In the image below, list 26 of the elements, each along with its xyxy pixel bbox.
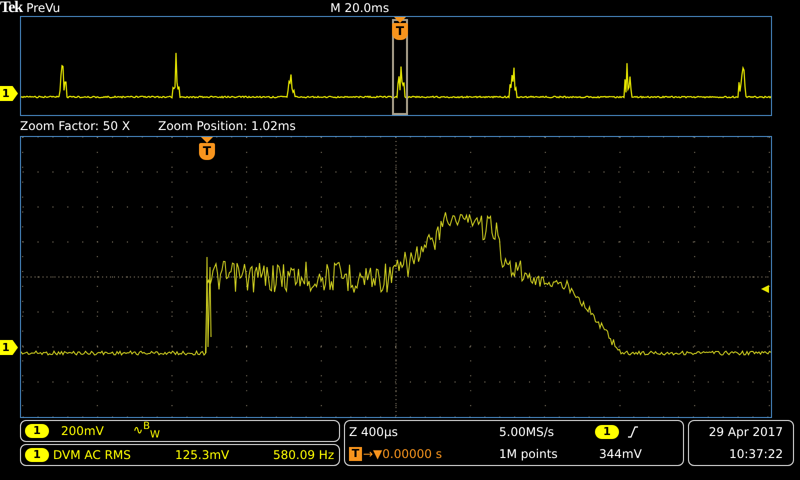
date-label: 29 Apr 2017 [708,425,783,439]
mode-label: PreVu [26,1,60,15]
sample-rate-label: 5.00MS/s [499,425,555,439]
channel-badge: 1 [25,424,49,438]
channel-badge: 1 [595,425,619,439]
zoom-factor-label: Zoom Factor: 50 X [20,119,130,133]
channel-marker: 1 [0,340,18,355]
timebase-label: M 20.0ms [330,1,390,15]
channel-marker: 1 [0,86,18,101]
logo: Tek [0,0,22,17]
trigger-marker: T [349,447,362,461]
dvm-frequency: 580.09 Hz [273,448,334,462]
trigger-level-icon [761,285,769,293]
zoom-scale-label: Z 400µs [349,425,399,439]
trigger-marker: T [392,23,408,40]
trigger-level-label: 344mV [598,447,643,461]
channel-badge: 1 [25,448,49,462]
vertical-scale-label: 200mV [61,424,105,438]
rising-edge-icon [627,426,639,438]
trigger-offset-label: →▼0.00000 s [363,447,442,461]
dvm-value: 125.3mV [175,448,230,462]
zoom-position-label: Zoom Position: 1.02ms [158,119,296,133]
trigger-marker: T [199,143,215,160]
dvm-mode-label: DVM AC RMS [53,448,132,462]
record-length-label: 1M points [499,447,559,461]
time-label: 10:37:22 [729,447,783,461]
